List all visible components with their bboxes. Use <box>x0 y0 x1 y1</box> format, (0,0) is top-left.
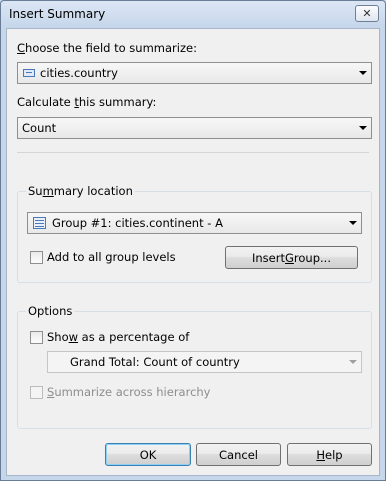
chevron-down-icon[interactable] <box>354 63 371 83</box>
summary-label: Calculate this summary: <box>17 95 157 109</box>
dialog-body: Choose the field to summarize: cities.co… <box>6 28 380 476</box>
summarize-hierarchy-label[interactable]: Summarize across hierarchy <box>47 385 211 399</box>
percentage-select-value: Grand Total: Count of country <box>70 355 240 369</box>
close-icon: ✕ <box>362 7 372 20</box>
group-icon <box>33 217 46 229</box>
summary-location-title: Summary location <box>26 184 135 198</box>
location-select[interactable]: Group #1: cities.continent - A <box>27 212 362 234</box>
summary-select-value: Count <box>22 121 57 135</box>
summary-location-group: Summary location <box>17 184 372 283</box>
chevron-down-icon[interactable] <box>344 352 361 372</box>
separator <box>17 152 369 153</box>
summary-select[interactable]: Count <box>17 117 372 139</box>
location-select-value: Group #1: cities.continent - A <box>52 216 223 230</box>
percentage-select[interactable]: Grand Total: Count of country <box>47 351 362 373</box>
field-select[interactable]: cities.country <box>17 62 372 84</box>
add-to-all-groups-label[interactable]: Add to all group levels <box>47 250 176 264</box>
show-percentage-label[interactable]: Show as a percentage of <box>47 330 189 344</box>
cancel-button[interactable]: Cancel <box>196 443 281 466</box>
database-field-icon <box>23 69 35 77</box>
dialog-title: Insert Summary <box>9 7 106 21</box>
field-select-value: cities.country <box>40 66 118 80</box>
insert-group-button[interactable]: Insert Group... <box>225 246 358 269</box>
options-title: Options <box>26 304 75 318</box>
add-to-all-groups-checkbox[interactable] <box>30 251 43 264</box>
show-percentage-checkbox[interactable] <box>30 331 43 344</box>
title-bar: Insert Summary ✕ <box>1 1 385 27</box>
field-label: Choose the field to summarize: <box>17 41 197 55</box>
summarize-hierarchy-checkbox[interactable] <box>30 386 43 399</box>
ok-button[interactable]: OK <box>105 443 191 466</box>
chevron-down-icon[interactable] <box>344 213 361 233</box>
chevron-down-icon[interactable] <box>354 118 371 138</box>
help-button[interactable]: Help <box>287 443 372 466</box>
close-button[interactable]: ✕ <box>355 5 379 22</box>
insert-summary-dialog: Insert Summary ✕ Choose the field to sum… <box>0 0 386 481</box>
